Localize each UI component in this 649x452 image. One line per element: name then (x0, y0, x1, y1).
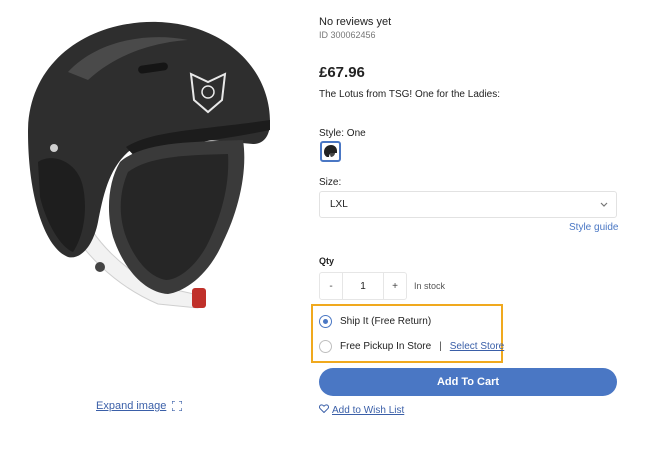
wishlist-label: Add to Wish List (332, 404, 405, 416)
helmet-image (28, 21, 270, 309)
pickup-radio[interactable] (319, 340, 332, 353)
heart-icon (319, 404, 329, 416)
product-description: The Lotus from TSG! One for the Ladies: (319, 89, 501, 100)
qty-input[interactable]: 1 (342, 273, 384, 299)
ship-it-option[interactable]: Ship It (Free Return) (319, 315, 431, 328)
product-price: £67.96 (319, 64, 365, 81)
delivery-options-highlight (311, 304, 503, 363)
style-label: Style: One (319, 128, 366, 139)
expand-image-label: Expand image (96, 400, 167, 412)
expand-image-link[interactable]: Expand image (96, 400, 183, 412)
add-to-cart-button[interactable]: Add To Cart (319, 368, 617, 396)
qty-decrement-button[interactable]: - (320, 273, 342, 299)
product-id: ID 300062456 (319, 30, 376, 40)
pickup-option[interactable]: Free Pickup In Store | Select Store (319, 340, 504, 353)
select-store-link[interactable]: Select Store (450, 341, 504, 352)
size-label: Size: (319, 177, 342, 188)
qty-increment-button[interactable]: + (384, 273, 406, 299)
quantity-stepper: - 1 + (319, 272, 407, 300)
product-image[interactable] (8, 12, 278, 312)
style-guide-link[interactable]: Style guide (569, 222, 618, 233)
style-swatch-one[interactable] (320, 141, 341, 162)
ship-it-label: Ship It (Free Return) (340, 316, 432, 327)
chevron-down-icon (600, 200, 608, 208)
stock-status: In stock (414, 281, 446, 291)
ship-it-radio[interactable] (319, 315, 332, 328)
reviews-status[interactable]: No reviews yet (319, 16, 391, 28)
size-select[interactable]: LXL (319, 191, 617, 218)
expand-icon (171, 400, 183, 412)
separator: | (439, 341, 442, 352)
qty-label: Qty (319, 256, 335, 266)
add-to-wishlist-link[interactable]: Add to Wish List (319, 404, 404, 416)
size-selected-value: LXL (330, 199, 348, 210)
pickup-label: Free Pickup In Store (340, 341, 432, 352)
helmet-thumbnail-icon (324, 145, 337, 157)
